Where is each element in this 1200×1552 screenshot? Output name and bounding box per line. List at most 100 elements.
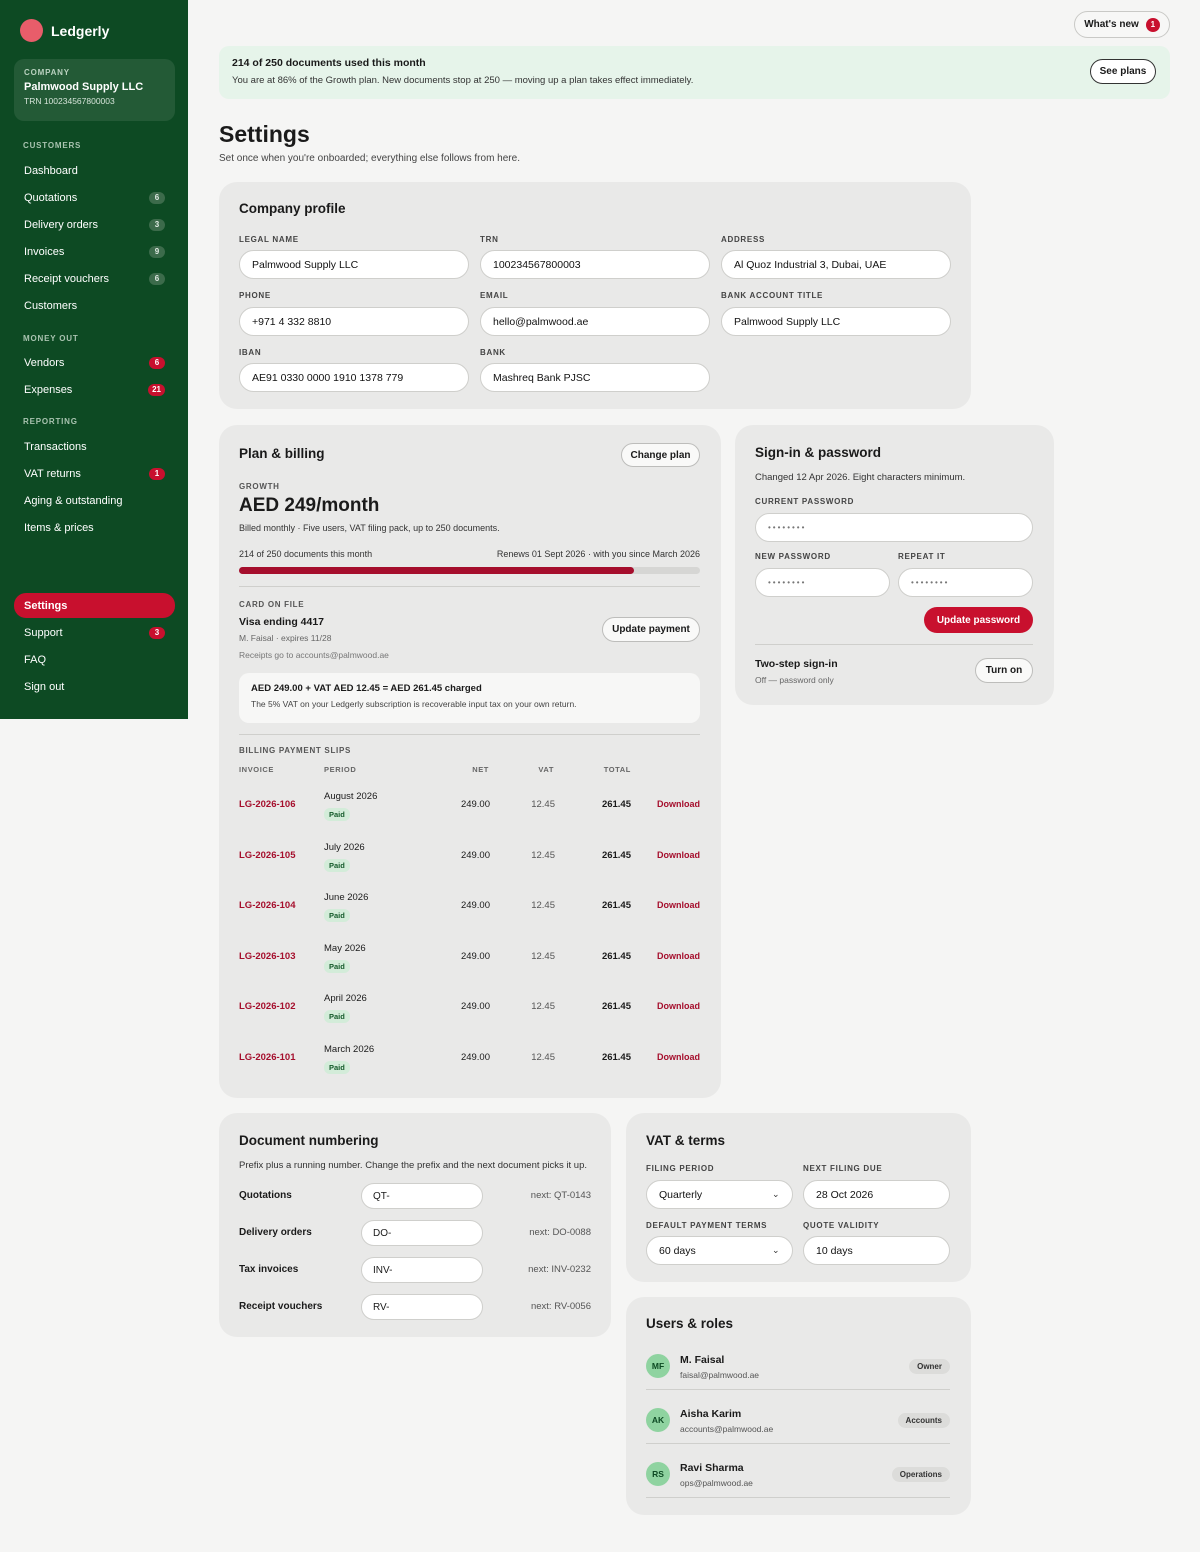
legal-name-label: LEGAL NAME (239, 235, 299, 244)
role-badge: Owner (909, 1359, 950, 1374)
divider (646, 1389, 950, 1390)
role-badge: Accounts (897, 1413, 950, 1428)
sidebar-item-vendors[interactable]: Vendors 6 (14, 350, 175, 375)
download-link[interactable]: Download (657, 951, 700, 961)
divider (239, 586, 700, 587)
update-password-button[interactable]: Update password (924, 607, 1033, 633)
next-number: next: QT-0143 (530, 1190, 591, 1201)
trn-field[interactable]: 100234567800003 (480, 250, 710, 279)
card-name: Visa ending 4417 (239, 616, 325, 628)
slip-invoice-link[interactable]: LG-2026-102 (239, 1001, 296, 1012)
prefix-input[interactable]: INV- (361, 1257, 483, 1283)
company-profile-title: Company profile (239, 201, 346, 216)
card-holder: M. Faisal · expires 11/28 (239, 633, 332, 643)
company-label: COMPANY (24, 68, 70, 77)
update-payment-button[interactable]: Update payment (602, 617, 700, 642)
payment-terms-select[interactable]: 60 days ⌄ (646, 1236, 793, 1265)
sidebar-item-invoices[interactable]: Invoices 9 (14, 239, 175, 264)
download-link[interactable]: Download (657, 799, 700, 809)
sidebar-item-sign-out[interactable]: Sign out (14, 674, 175, 699)
sidebar-item-vat-returns[interactable]: VAT returns 1 (14, 461, 175, 486)
user-email: ops@palmwood.ae (680, 1478, 753, 1488)
see-plans-button[interactable]: See plans (1090, 59, 1156, 84)
sidebar-item-customers[interactable]: Customers (14, 293, 175, 318)
bank-field[interactable]: Mashreq Bank PJSC (480, 363, 710, 392)
user-row[interactable]: RS Ravi Sharma ops@palmwood.ae Operations (646, 1462, 950, 1516)
slip-invoice-link[interactable]: LG-2026-103 (239, 951, 296, 962)
next-number: next: INV-0232 (528, 1264, 591, 1275)
phone-field[interactable]: +971 4 332 8810 (239, 307, 469, 336)
user-email: faisal@palmwood.ae (680, 1370, 760, 1380)
slip-invoice-link[interactable]: LG-2026-106 (239, 799, 296, 810)
sidebar-item-quotations[interactable]: Quotations 6 (14, 185, 175, 210)
current-password-field[interactable]: •••••••• (755, 513, 1033, 542)
numbering-row: Tax invoices INV-next: INV-0232 (239, 1257, 591, 1283)
slip-invoice-link[interactable]: LG-2026-105 (239, 850, 296, 861)
sidebar-item-dashboard[interactable]: Dashboard (14, 158, 175, 183)
download-link[interactable]: Download (657, 1052, 700, 1062)
slip-header-total: TOTAL (603, 765, 631, 774)
sidebar-item-label: VAT returns (24, 467, 81, 480)
slip-invoice-link[interactable]: LG-2026-101 (239, 1052, 296, 1063)
sidebar-item-label: Expenses (24, 383, 73, 396)
whats-new-button[interactable]: What's new 1 (1074, 11, 1170, 38)
sidebar-item-support[interactable]: Support 3 (14, 620, 175, 645)
signin-note: Changed 12 Apr 2026. Eight characters mi… (755, 472, 966, 483)
legal-name-field[interactable]: Palmwood Supply LLC (239, 250, 469, 279)
sidebar-item-label: Items & prices (24, 521, 94, 534)
sidebar-item-expenses[interactable]: Expenses 21 (14, 377, 175, 402)
prefix-input[interactable]: DO- (361, 1220, 483, 1246)
plan-description: Billed monthly · Five users, VAT filing … (239, 523, 500, 533)
numbering-note: Prefix plus a running number. Change the… (239, 1160, 588, 1171)
next-filing-field[interactable]: 28 Oct 2026 (803, 1180, 950, 1209)
divider (646, 1497, 950, 1498)
slip-period: July 2026 (324, 841, 365, 853)
sidebar-item-badge: 6 (149, 272, 165, 285)
payment-terms-label: DEFAULT PAYMENT TERMS (646, 1221, 768, 1230)
user-row[interactable]: MF M. Faisal faisal@palmwood.ae Owner (646, 1354, 950, 1408)
sidebar-item-settings[interactable]: Settings (14, 593, 175, 618)
new-password-field[interactable]: •••••••• (755, 568, 890, 597)
sidebar-item-faq[interactable]: FAQ (14, 647, 175, 672)
billing-slips-label: BILLING PAYMENT SLIPS (239, 746, 352, 755)
email-field[interactable]: hello@palmwood.ae (480, 307, 710, 336)
quote-validity-field[interactable]: 10 days (803, 1236, 950, 1265)
prefix-input[interactable]: QT- (361, 1183, 483, 1209)
sidebar-item-receipt-vouchers[interactable]: Receipt vouchers 6 (14, 266, 175, 291)
repeat-password-label: REPEAT IT (898, 552, 946, 561)
slip-header-period: PERIOD (324, 765, 357, 774)
company-switcher[interactable]: COMPANY Palmwood Supply LLC TRN 10023456… (14, 59, 175, 121)
download-link[interactable]: Download (657, 850, 700, 860)
bank-account-title-field[interactable]: Palmwood Supply LLC (721, 307, 951, 336)
nav-section-reporting: REPORTING (23, 417, 78, 426)
bank-label: BANK (480, 348, 506, 357)
avatar: AK (646, 1408, 670, 1432)
table-row: LG-2026-104 June 2026 Paid 249.00 12.45 261.4… (239, 881, 700, 931)
bank-account-title-label: BANK ACCOUNT TITLE (721, 291, 824, 300)
change-plan-button[interactable]: Change plan (621, 443, 700, 467)
sidebar-item-badge: 3 (149, 218, 165, 231)
sidebar-item-label: Receipt vouchers (24, 272, 109, 285)
sidebar-item-aging-outstanding[interactable]: Aging & outstanding (14, 488, 175, 513)
download-link[interactable]: Download (657, 900, 700, 910)
filing-period-select[interactable]: Quarterly ⌄ (646, 1180, 793, 1209)
avatar: RS (646, 1462, 670, 1486)
brand[interactable]: Ledgerly (20, 19, 109, 42)
sidebar-item-delivery-orders[interactable]: Delivery orders 3 (14, 212, 175, 237)
status-badge: Paid (324, 1060, 350, 1074)
repeat-password-field[interactable]: •••••••• (898, 568, 1033, 597)
user-row[interactable]: AK Aisha Karim accounts@palmwood.ae Account… (646, 1408, 950, 1462)
user-name: M. Faisal (680, 1354, 725, 1366)
numbering-row-label: Quotations (239, 1190, 292, 1201)
sidebar-item-label: Transactions (24, 440, 87, 453)
prefix-input[interactable]: RV- (361, 1294, 483, 1320)
receipts-to: Receipts go to accounts@palmwood.ae (239, 650, 389, 660)
turn-on-two-step-button[interactable]: Turn on (975, 658, 1033, 683)
sidebar-item-transactions[interactable]: Transactions (14, 434, 175, 459)
usage-banner: 214 of 250 documents used this month You… (219, 46, 1170, 99)
address-field[interactable]: Al Quoz Industrial 3, Dubai, UAE (721, 250, 951, 279)
iban-field[interactable]: AE91 0330 0000 1910 1378 779 (239, 363, 469, 392)
slip-invoice-link[interactable]: LG-2026-104 (239, 900, 296, 911)
download-link[interactable]: Download (657, 1001, 700, 1011)
sidebar-item-items-prices[interactable]: Items & prices (14, 515, 175, 540)
